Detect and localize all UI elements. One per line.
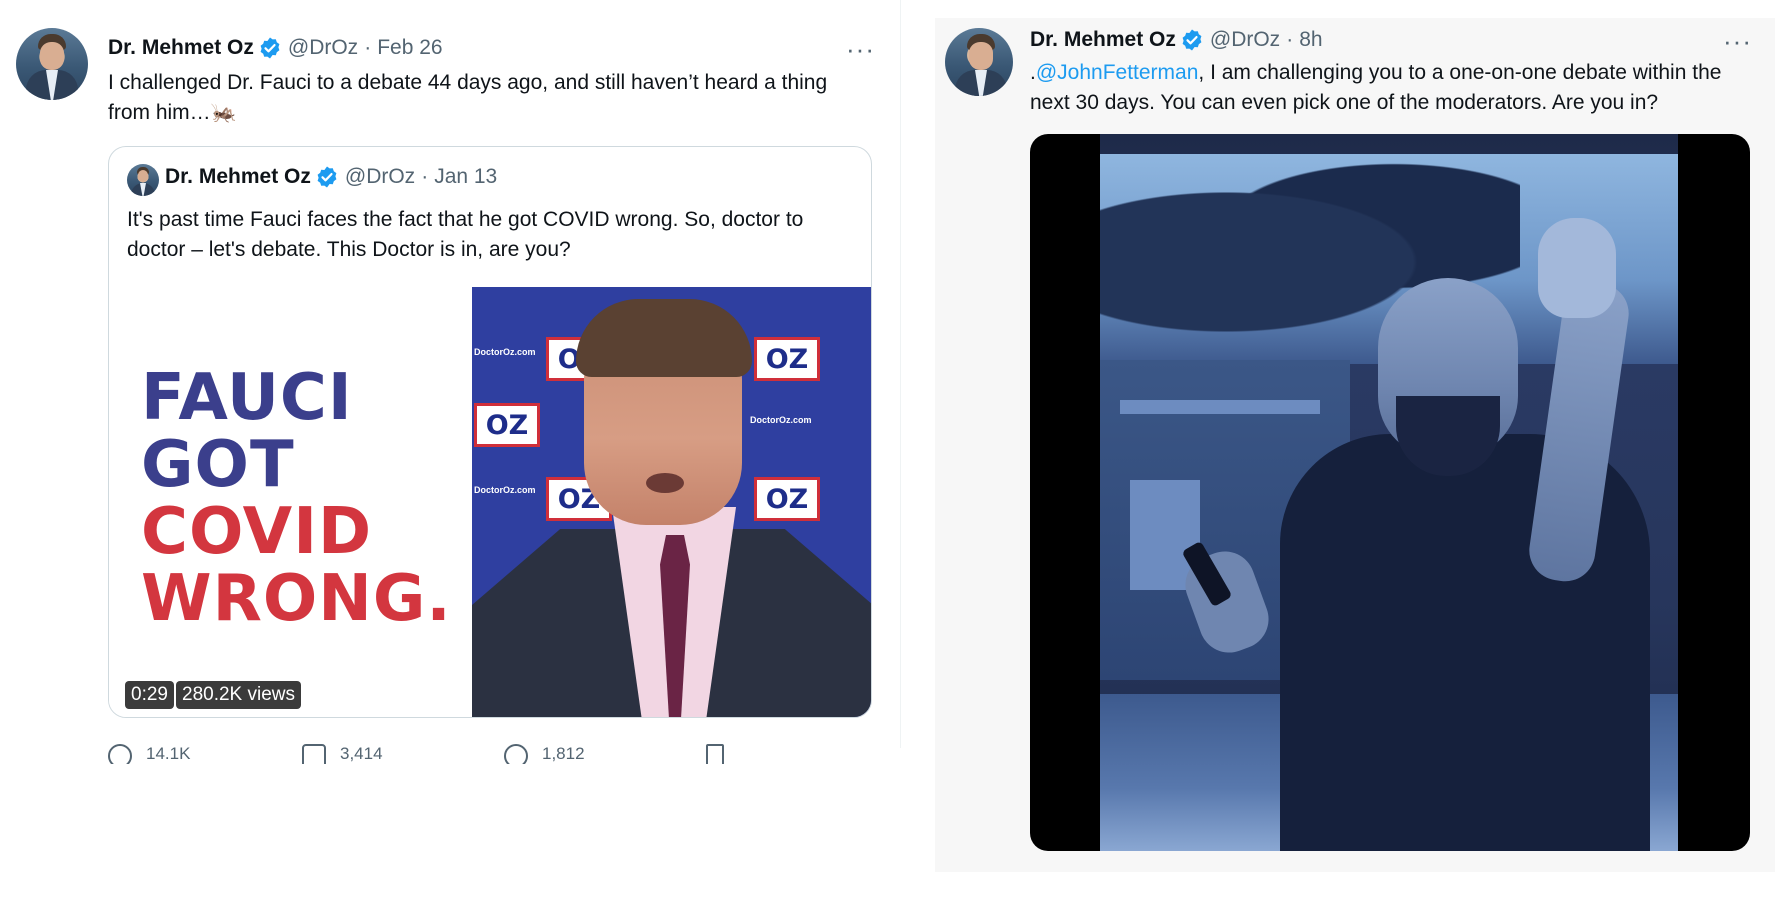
person-raised-hand bbox=[1538, 218, 1616, 318]
tweet-date[interactable]: Feb 26 bbox=[377, 36, 442, 60]
video-title-graphic: FAUCI GOT COVID WRONG. bbox=[141, 365, 452, 633]
meta-separator: · bbox=[1286, 28, 1294, 51]
backdrop-url: DoctorOz.com bbox=[750, 415, 812, 425]
tweet-header: Dr. Mehmet Oz @DrOz · 8h bbox=[1030, 28, 1323, 52]
tweet-text: I challenged Dr. Fauci to a debate 44 da… bbox=[108, 71, 828, 124]
like-button[interactable]: 1,812 bbox=[504, 744, 585, 764]
graphic-line: WRONG. bbox=[141, 562, 452, 636]
reply-count: 14.1K bbox=[146, 744, 191, 763]
reply-button[interactable]: 14.1K bbox=[108, 744, 190, 764]
graphic-line: GOT bbox=[141, 428, 295, 502]
speaker-hair bbox=[576, 299, 752, 377]
retweet-button[interactable]: 3,414 bbox=[302, 744, 383, 764]
author-handle[interactable]: @DrOz bbox=[1210, 28, 1280, 52]
speaker-mouth bbox=[646, 473, 684, 493]
share-button[interactable] bbox=[706, 744, 738, 764]
more-options-icon[interactable]: ··· bbox=[1723, 28, 1752, 54]
author-name[interactable]: Dr. Mehmet Oz bbox=[1030, 28, 1176, 52]
tweet-text: .@JohnFetterman, I am challenging you to… bbox=[1030, 58, 1750, 118]
photo-content bbox=[1100, 134, 1678, 851]
share-icon bbox=[706, 744, 724, 764]
graphic-line: FAUCI bbox=[141, 361, 353, 435]
video-views-badge: 280.2K views bbox=[176, 681, 302, 709]
backdrop-logo: OZ bbox=[754, 477, 820, 521]
backdrop-logo: OZ bbox=[754, 337, 820, 381]
tweet-photo[interactable] bbox=[1030, 134, 1750, 851]
quoted-tweet[interactable]: Dr. Mehmet Oz @DrOz · Jan 13 It's past t… bbox=[108, 146, 872, 718]
video-frame: OZ OZ OZ OZ OZ DoctorOz.com DoctorOz.com… bbox=[472, 287, 871, 717]
tweet-actions: 14.1K 3,414 1,812 bbox=[108, 744, 758, 764]
more-options-icon[interactable]: ··· bbox=[846, 36, 875, 62]
retweet-icon bbox=[302, 744, 326, 764]
panel-divider bbox=[900, 0, 901, 748]
tweet-time[interactable]: 8h bbox=[1299, 28, 1322, 52]
left-tweet[interactable]: Dr. Mehmet Oz @DrOz · Feb 26 ··· I chall… bbox=[0, 0, 900, 764]
author-handle[interactable]: @DrOz bbox=[288, 36, 358, 60]
quoted-author-name: Dr. Mehmet Oz bbox=[165, 165, 311, 188]
meta-separator: · bbox=[421, 165, 429, 188]
author-name[interactable]: Dr. Mehmet Oz bbox=[108, 36, 254, 60]
reply-icon bbox=[108, 744, 132, 764]
author-avatar[interactable] bbox=[16, 28, 88, 100]
quoted-tweet-date: Jan 13 bbox=[434, 165, 498, 188]
right-tweet[interactable]: Dr. Mehmet Oz @DrOz · 8h ··· .@JohnFette… bbox=[935, 18, 1775, 872]
backdrop-url: DoctorOz.com bbox=[474, 485, 536, 495]
quoted-author-avatar bbox=[127, 164, 159, 196]
quoted-video[interactable]: FAUCI GOT COVID WRONG. OZ OZ OZ OZ OZ Do… bbox=[109, 287, 871, 717]
graphic-line: COVID bbox=[141, 495, 373, 569]
backdrop-logo: OZ bbox=[474, 403, 540, 447]
author-avatar[interactable] bbox=[945, 28, 1013, 96]
mention-link[interactable]: @JohnFetterman bbox=[1036, 61, 1199, 84]
backdrop-url: DoctorOz.com bbox=[474, 347, 536, 357]
heart-icon bbox=[504, 744, 528, 764]
like-count: 1,812 bbox=[542, 744, 585, 763]
verified-badge-icon bbox=[258, 36, 282, 60]
verified-badge-icon bbox=[315, 165, 339, 189]
verified-badge-icon bbox=[1180, 28, 1204, 52]
tweet-header: Dr. Mehmet Oz @DrOz · Feb 26 bbox=[108, 36, 443, 60]
video-duration-badge: 0:29 bbox=[125, 681, 174, 709]
quoted-header: Dr. Mehmet Oz @DrOz · Jan 13 bbox=[165, 165, 497, 189]
meta-separator: · bbox=[364, 36, 372, 59]
quoted-tweet-text: It's past time Fauci faces the fact that… bbox=[127, 208, 804, 261]
retweet-count: 3,414 bbox=[340, 744, 383, 763]
quoted-author-handle: @DrOz bbox=[344, 165, 416, 188]
